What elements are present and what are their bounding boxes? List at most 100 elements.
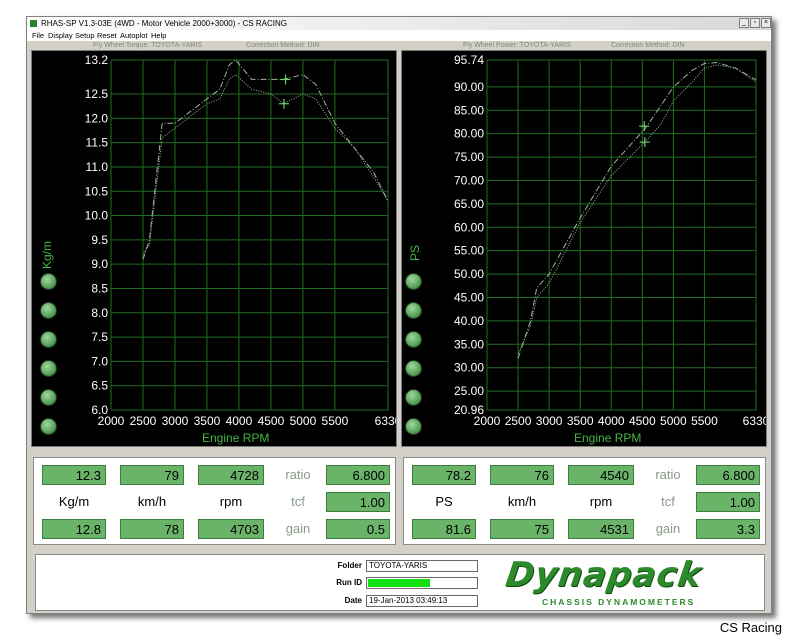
- torque-y-tick-3: 7.5: [91, 330, 108, 344]
- torque-trace-toggle-2[interactable]: [40, 302, 57, 319]
- menu-reset[interactable]: Reset: [97, 30, 117, 41]
- torque-cursor-marker-1: [278, 98, 289, 109]
- menu-setup[interactable]: Setup: [75, 30, 95, 41]
- menu-help[interactable]: Help: [151, 30, 166, 41]
- ratio-label: ratio: [655, 467, 681, 482]
- ratio-value[interactable]: 6.800: [326, 465, 390, 485]
- power-x-tick-7: 5500: [691, 414, 718, 428]
- speed-value-2: 75: [490, 519, 554, 539]
- torque-x-tick-6: 5000: [290, 414, 317, 428]
- torque-chart: 2000250030003500400045005000550063306.06…: [31, 50, 397, 447]
- torque-header-title: Fly Wheel Torque: TOYOTA-YARIS: [93, 42, 203, 49]
- power-y-tick-12: 80.00: [454, 127, 484, 141]
- torque-unit-label: Kg/m: [58, 494, 90, 509]
- power-readout-panel: 78.2 76 4540 ratio 6.800 PS km/h rpm tcf…: [403, 457, 766, 545]
- torque-readout-panel: 12.3 79 4728 ratio 6.800 Kg/m km/h rpm t…: [33, 457, 396, 545]
- torque-y-tick-11: 11.5: [86, 136, 109, 150]
- power-x-tick-6: 5000: [660, 414, 687, 428]
- power-y-tick-1: 25.00: [454, 384, 484, 398]
- power-value-1: 78.2: [412, 465, 476, 485]
- power-panel-header: Fly Wheel Power: TOYOTA-YARIS Correction…: [401, 41, 767, 50]
- torque-series-0: [142, 59, 389, 260]
- speed-value-1: 76: [490, 465, 554, 485]
- restore-button[interactable]: ▫: [750, 18, 760, 28]
- gain-value[interactable]: 0.5: [326, 519, 390, 539]
- readouts-area: 12.3 79 4728 ratio 6.800 Kg/m km/h rpm t…: [31, 453, 769, 549]
- menu-file[interactable]: File: [32, 30, 44, 41]
- torque-y-tick-13: 12.5: [85, 87, 109, 101]
- power-y-tick-13: 85.00: [454, 103, 484, 117]
- torque-y-tick-14: 13.2: [85, 53, 109, 67]
- folder-label: Folder: [337, 561, 362, 570]
- ratio-value[interactable]: 6.800: [696, 465, 760, 485]
- torque-y-tick-7: 9.5: [91, 233, 108, 247]
- watermark-text: CS Racing: [719, 620, 782, 635]
- power-trace-toggle-3[interactable]: [405, 331, 422, 348]
- power-y-tick-14: 90.00: [454, 80, 484, 94]
- date-label: Date: [344, 596, 362, 605]
- menu-display[interactable]: Display: [48, 30, 73, 41]
- date-field: 19-Jan-2013 03:49:13: [366, 595, 478, 607]
- torque-series-1: [142, 73, 389, 255]
- torque-x-tick-1: 2500: [130, 414, 157, 428]
- torque-y-axis-label: Kg/m: [40, 240, 54, 269]
- torque-x-tick-5: 4500: [258, 414, 285, 428]
- tcf-value[interactable]: 1.00: [696, 492, 760, 512]
- torque-header-method: Correction Method: DIN: [246, 42, 320, 49]
- power-y-axis-label: PS: [408, 244, 422, 261]
- torque-x-tick-3: 3500: [194, 414, 221, 428]
- power-trace-toggle-6[interactable]: [405, 418, 422, 435]
- torque-trace-toggle-5[interactable]: [40, 389, 57, 406]
- menu-autoplot[interactable]: Autoplot: [120, 30, 148, 41]
- torque-chart-svg: 2000250030003500400045005000550063306.06…: [85, 53, 396, 428]
- gain-label: gain: [655, 521, 681, 536]
- torque-y-tick-10: 11.0: [86, 160, 109, 174]
- rpm-value-2: 4703: [198, 519, 264, 539]
- power-series-1: [517, 64, 757, 354]
- ratio-label: ratio: [285, 467, 311, 482]
- power-x-tick-3: 3500: [567, 414, 594, 428]
- torque-y-tick-6: 9.0: [91, 257, 108, 271]
- power-y-tick-3: 35.00: [454, 337, 484, 351]
- window-title: RHAS-SP V1.3-03E (4WD - Motor Vehicle 20…: [41, 19, 287, 28]
- folder-field[interactable]: TOYOTA-YARIS: [366, 560, 478, 572]
- torque-y-tick-8: 10.0: [85, 209, 109, 223]
- close-button[interactable]: ×: [761, 18, 771, 28]
- torque-y-tick-2: 7.0: [91, 354, 108, 368]
- power-y-tick-0: 20.96: [454, 403, 484, 417]
- minimize-button[interactable]: _: [739, 18, 749, 28]
- tcf-value[interactable]: 1.00: [326, 492, 390, 512]
- rpm-unit-label: rpm: [219, 494, 243, 509]
- power-y-tick-2: 30.00: [454, 361, 484, 375]
- dyno-window: RHAS-SP V1.3-03E (4WD - Motor Vehicle 20…: [26, 16, 772, 614]
- power-x-tick-8: 6330: [743, 414, 766, 428]
- power-trace-toggle-5[interactable]: [405, 389, 422, 406]
- menu-bar: File Display Setup Reset Autoplot Help: [27, 30, 771, 41]
- rpm-value-2: 4531: [568, 519, 634, 539]
- run-id-field[interactable]: [366, 577, 478, 589]
- power-x-tick-4: 4000: [598, 414, 625, 428]
- rpm-value-1: 4540: [568, 465, 634, 485]
- gain-label: gain: [285, 521, 311, 536]
- power-unit-label: PS: [435, 494, 453, 509]
- gain-value[interactable]: 3.3: [696, 519, 760, 539]
- power-x-axis-label: Engine RPM: [574, 431, 642, 445]
- power-x-tick-1: 2500: [505, 414, 532, 428]
- power-trace-toggle-4[interactable]: [405, 360, 422, 377]
- torque-x-tick-4: 4000: [226, 414, 253, 428]
- run-info-panel: Folder TOYOTA-YARIS Run ID Date 19-Jan-2…: [35, 554, 765, 611]
- power-y-tick-10: 70.00: [454, 173, 484, 187]
- tcf-label: tcf: [291, 494, 305, 509]
- torque-trace-toggle-3[interactable]: [40, 331, 57, 348]
- power-trace-toggle-1[interactable]: [405, 273, 422, 290]
- torque-y-tick-4: 8.0: [91, 306, 108, 320]
- torque-y-tick-9: 10.5: [85, 184, 109, 198]
- torque-trace-toggle-4[interactable]: [40, 360, 57, 377]
- power-cursor-marker-1: [639, 121, 650, 132]
- speed-unit-label: km/h: [137, 494, 167, 509]
- torque-trace-toggle-6[interactable]: [40, 418, 57, 435]
- torque-trace-toggle-1[interactable]: [40, 273, 57, 290]
- dynapack-logo: Dynapack: [503, 555, 705, 595]
- power-trace-toggle-2[interactable]: [405, 302, 422, 319]
- app-icon: [30, 20, 37, 27]
